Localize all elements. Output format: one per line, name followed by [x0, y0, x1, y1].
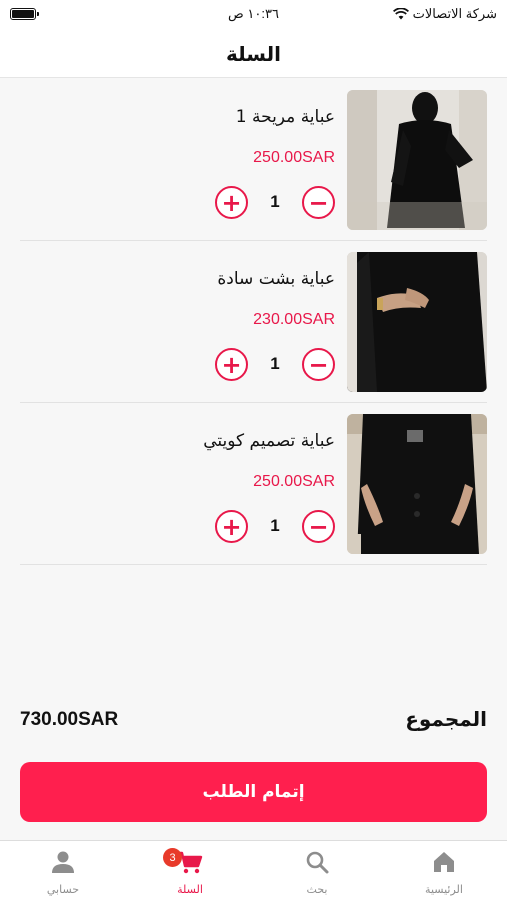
product-title[interactable]: عباية بشت سادة: [217, 269, 335, 289]
wifi-icon: [392, 8, 409, 20]
product-price: 250.00SAR: [253, 473, 335, 490]
cart-item: عباية تصميم كويتي 250.00SAR + 1 −: [20, 403, 487, 565]
quantity-value: 1: [270, 354, 280, 373]
increase-quantity-button[interactable]: +: [215, 186, 248, 219]
quantity-value: 1: [270, 516, 280, 535]
product-title[interactable]: عباية تصميم كويتي: [203, 431, 335, 451]
product-price: 230.00SAR: [253, 311, 335, 328]
tab-home[interactable]: الرئيسية: [381, 841, 507, 900]
page-title: السلة: [225, 41, 281, 66]
tab-label: السلة: [177, 883, 203, 896]
status-time: ١٠:٣٦ ص: [228, 6, 279, 21]
quantity-value: 1: [270, 192, 280, 211]
cart-item: عباية مريحة 1 250.00SAR + 1 −: [20, 79, 487, 241]
tab-label: حسابي: [46, 883, 80, 896]
home-icon: [434, 852, 454, 872]
page-header: السلة: [0, 30, 507, 78]
decrease-quantity-button[interactable]: −: [302, 348, 335, 381]
quantity-stepper: + 1 −: [215, 348, 335, 382]
user-icon: [52, 851, 74, 873]
product-price: 250.00SAR: [253, 149, 335, 166]
tab-label: الرئيسية: [425, 883, 463, 896]
cart-totals: المجموع 730.00SAR: [20, 703, 487, 739]
tab-label: بحث: [306, 883, 328, 896]
decrease-quantity-button[interactable]: −: [302, 186, 335, 219]
carrier-info: شركة الاتصالات: [392, 6, 497, 22]
quantity-stepper: + 1 −: [215, 510, 335, 544]
search-icon: [306, 851, 329, 874]
total-amount: 730.00SAR: [20, 709, 119, 730]
product-image[interactable]: [347, 414, 487, 554]
cart-item: عباية بشت سادة 230.00SAR + 1 −: [20, 241, 487, 403]
tab-search[interactable]: بحث: [254, 841, 380, 900]
tab-cart[interactable]: 3 السلة: [127, 841, 253, 900]
product-title[interactable]: عباية مريحة 1: [236, 107, 335, 127]
battery-icon: [10, 8, 39, 20]
total-label: المجموع: [405, 707, 487, 731]
increase-quantity-button[interactable]: +: [215, 348, 248, 381]
increase-quantity-button[interactable]: +: [215, 510, 248, 543]
decrease-quantity-button[interactable]: −: [302, 510, 335, 543]
product-image[interactable]: [347, 90, 487, 230]
tab-account[interactable]: حسابي: [0, 841, 126, 900]
checkout-button[interactable]: إتمام الطلب: [20, 762, 487, 822]
quantity-stepper: + 1 −: [215, 186, 335, 220]
tab-bar: الرئيسية بحث 3 السلة حسابي: [0, 840, 507, 900]
product-image[interactable]: [347, 252, 487, 392]
status-bar: شركة الاتصالات ١٠:٣٦ ص: [0, 0, 507, 30]
cart-count-badge: 3: [163, 848, 182, 867]
carrier-name: شركة الاتصالات: [412, 6, 497, 21]
